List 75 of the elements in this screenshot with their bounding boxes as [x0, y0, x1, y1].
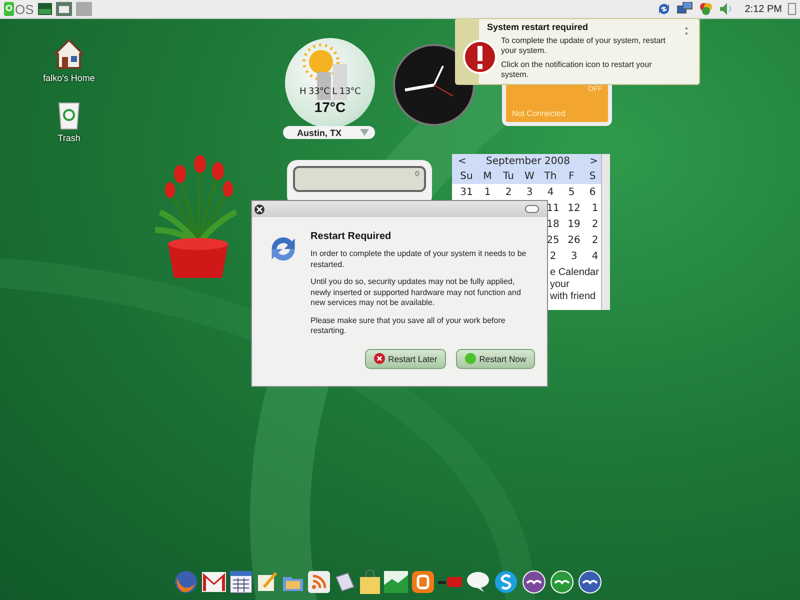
weekday-header: Th: [543, 171, 558, 182]
month-title: September 2008: [486, 156, 570, 167]
taskbar-item[interactable]: [56, 2, 72, 16]
weekday-header: F: [568, 171, 576, 182]
connection-status-text: Not Connected: [512, 109, 566, 118]
colored-balls-icon[interactable]: [698, 2, 713, 16]
calendar-day[interactable]: 1: [582, 202, 603, 214]
weekday-header: S: [588, 171, 597, 182]
calendar-day[interactable]: 3: [519, 186, 540, 198]
weekday-header: Tu: [502, 171, 515, 182]
sun-icon: [301, 42, 341, 82]
fox-globe-icon[interactable]: [174, 570, 198, 594]
weekday-header: W: [524, 171, 536, 182]
cancel-icon: [374, 353, 386, 364]
restart-later-button[interactable]: Restart Later: [365, 348, 446, 368]
video-logo-icon[interactable]: [438, 576, 462, 588]
notification-text: To complete the update of your system, restart your system.: [501, 36, 667, 56]
desktop-icon-label[interactable]: falko's Home: [43, 73, 95, 83]
exclamation-icon: [463, 40, 497, 74]
desktop-icon[interactable]: [38, 3, 52, 15]
picture-icon[interactable]: [384, 571, 408, 593]
calendar-day[interactable]: 2: [582, 234, 603, 246]
close-icon[interactable]: [254, 204, 265, 214]
dialog-text: Until you do so, security updates may not be fully applied, newly inserted or supported hardware may not function and new services may not be available.: [310, 277, 522, 308]
calendar-day[interactable]: 19: [561, 218, 582, 230]
letter-s-circle-icon[interactable]: [494, 570, 518, 594]
trash-icon[interactable]: [788, 3, 796, 15]
document-pencil-icon[interactable]: [256, 571, 278, 593]
rounded-square-icon[interactable]: [412, 571, 434, 593]
calendar-day[interactable]: 2: [498, 186, 519, 198]
calendar-day[interactable]: 1: [477, 186, 498, 198]
calendar-day[interactable]: 4: [540, 186, 561, 198]
gull-circle-icon[interactable]: [578, 570, 602, 594]
calendar-day[interactable]: 6: [582, 186, 603, 198]
location-selector[interactable]: Austin, TX: [283, 126, 375, 139]
calendar-day[interactable]: 2: [582, 218, 603, 230]
calendar-day[interactable]: 3: [561, 250, 582, 262]
clock-text[interactable]: 2:12 PM: [744, 4, 782, 14]
house-icon[interactable]: [54, 38, 84, 70]
logo-text[interactable]: OS: [15, 2, 34, 16]
restart-now-button[interactable]: Restart Now: [456, 348, 535, 368]
temperature-text: 17°C: [313, 99, 347, 115]
previous-month-button[interactable]: <: [458, 156, 466, 167]
gull-circle-icon[interactable]: [550, 570, 574, 594]
speech-bubble-icon[interactable]: [466, 571, 490, 593]
trash-icon[interactable]: [57, 100, 81, 130]
rss-feed-icon[interactable]: [308, 571, 330, 593]
calendar-day[interactable]: 12: [561, 202, 582, 214]
calendar-note-text: e Calendar: [550, 267, 600, 279]
weekday-header: Su: [459, 171, 474, 182]
calendar-note-text: with friend: [550, 291, 597, 303]
round-light-icon: [465, 353, 476, 364]
sync-icon[interactable]: [656, 2, 671, 16]
speaker-icon[interactable]: [718, 2, 733, 16]
calendar-day[interactable]: 4: [582, 250, 603, 262]
desktop-icon-label[interactable]: Trash: [58, 133, 80, 143]
notification-text: Click on the notification icon to restart your system.: [501, 60, 653, 80]
calendar-day[interactable]: 26: [561, 234, 582, 246]
shopping-bag-icon[interactable]: [360, 570, 380, 594]
dots-icon[interactable]: [685, 27, 688, 35]
calendar-note-text: your: [550, 279, 570, 291]
maximize-icon[interactable]: [525, 205, 539, 213]
high-low-text: H 33°C L 13°C: [298, 87, 362, 97]
scrollbar[interactable]: [601, 154, 610, 310]
dialog-title: Restart Required: [310, 231, 392, 242]
gull-circle-icon[interactable]: [522, 570, 546, 594]
calendar-day[interactable]: 31: [456, 186, 477, 198]
notification-title: System restart required: [487, 22, 590, 32]
dialog-text: In order to complete the update of your system it needs to be restarted.: [310, 249, 528, 270]
dialog-text: Please make sure that you save all of your work before restarting.: [310, 316, 506, 336]
network-computers-icon[interactable]: [676, 2, 693, 16]
calendar-day[interactable]: 5: [561, 186, 582, 198]
next-month-button[interactable]: >: [590, 156, 598, 167]
calendar-icon[interactable]: [230, 571, 252, 593]
weekday-header: M: [482, 171, 493, 182]
